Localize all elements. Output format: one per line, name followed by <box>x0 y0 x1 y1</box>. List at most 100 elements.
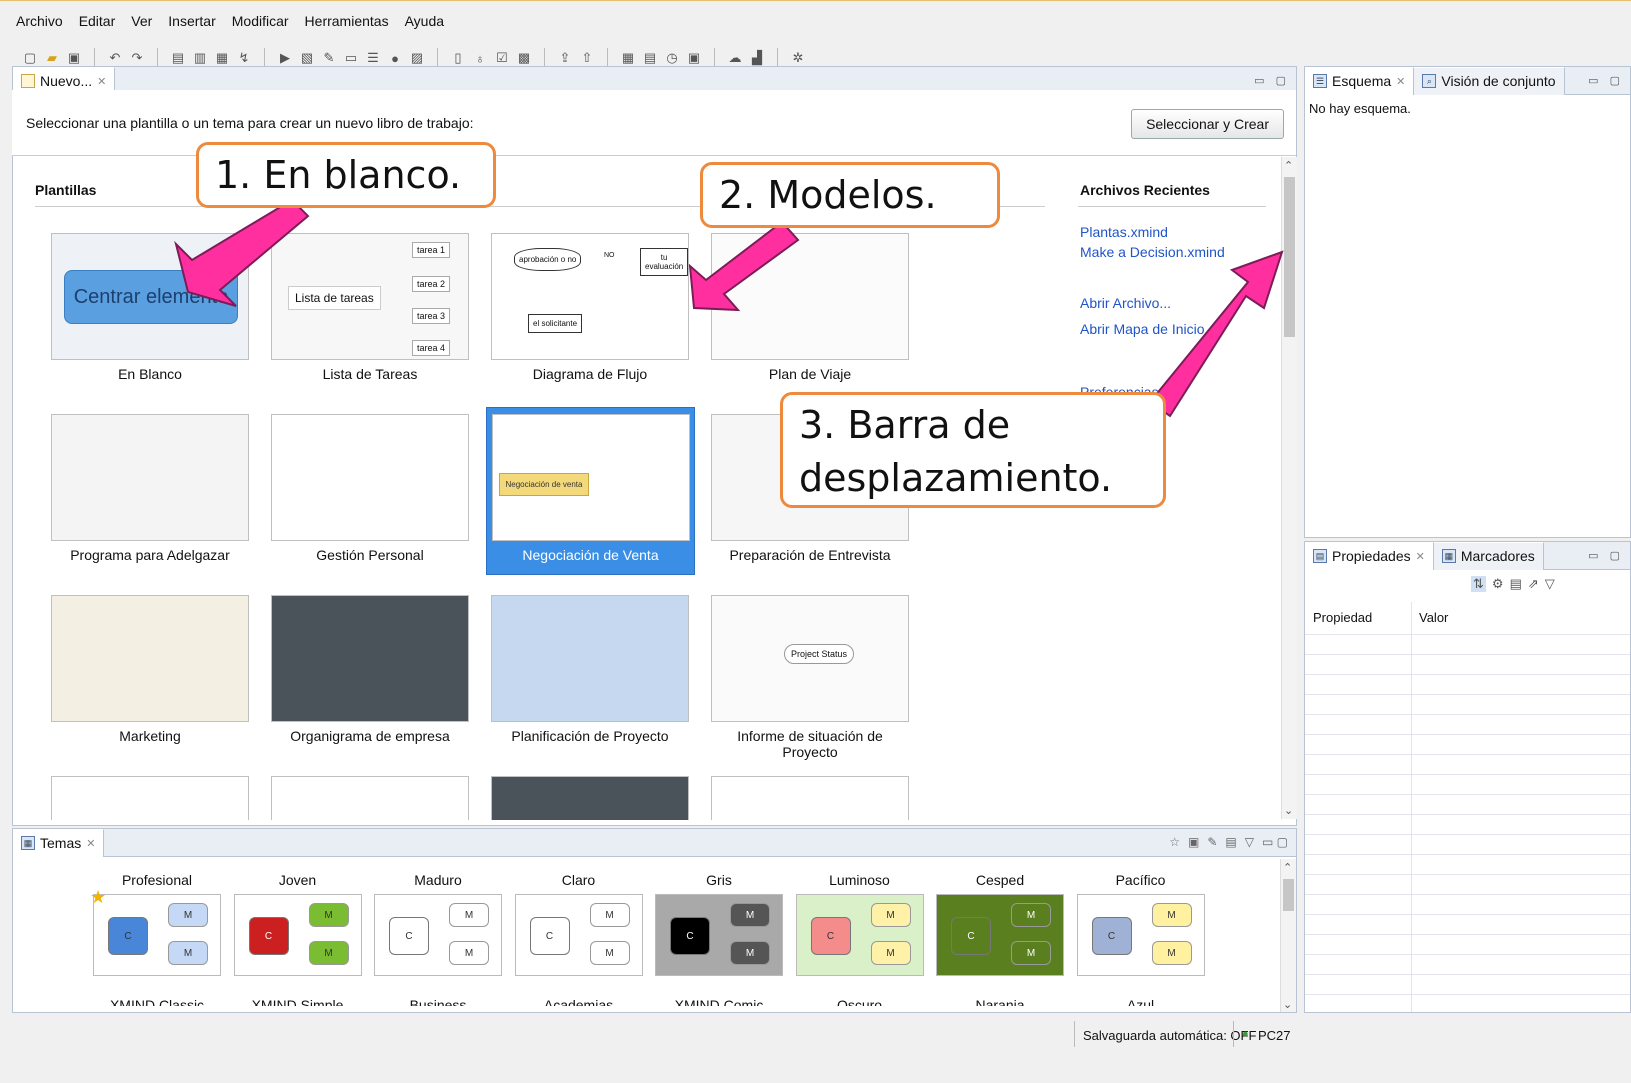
share-icon[interactable]: ⇪ <box>557 50 573 66</box>
calendar-icon[interactable]: ▤ <box>642 50 658 66</box>
template-partial[interactable] <box>270 776 470 820</box>
scroll-down-icon[interactable]: ⌄ <box>1284 804 1293 817</box>
brush-icon[interactable]: ✎ <box>321 50 337 66</box>
view-icon[interactable]: ▣ <box>686 50 702 66</box>
template-partial[interactable] <box>490 776 690 820</box>
template-marketing[interactable]: Marketing <box>50 595 250 744</box>
bulb-icon[interactable]: ♁ <box>472 50 488 66</box>
scrollbar-thumb[interactable] <box>1283 879 1294 911</box>
theme-item[interactable]: Cesped C M M Naranja <box>935 872 1065 1006</box>
theme-item[interactable]: Profesional C M M ★ XMIND Classic <box>90 872 222 1006</box>
note-icon[interactable]: ▯ <box>450 50 466 66</box>
redo-icon[interactable]: ↷ <box>129 50 145 66</box>
minimize-maximize-icon[interactable]: ▭ ▢ <box>1588 74 1624 87</box>
collapse-icon[interactable]: ▤ <box>1510 576 1522 592</box>
cloud-icon[interactable]: ☁ <box>727 50 743 66</box>
summary-icon[interactable]: ☰ <box>365 50 381 66</box>
open-start-map-link[interactable]: Abrir Mapa de Inicio <box>1080 316 1205 342</box>
select-create-button[interactable]: Seleccionar y Crear <box>1131 109 1284 139</box>
view-menu-icon[interactable]: ▽ <box>1245 835 1254 849</box>
template-gestion-personal[interactable]: Gestión Personal <box>270 414 470 563</box>
template-negociacion-venta[interactable]: Negociación de venta Negociación de Vent… <box>486 407 695 575</box>
save-icon[interactable]: ▣ <box>66 50 82 66</box>
clock-icon[interactable]: ◷ <box>664 50 680 66</box>
star-icon[interactable]: ☆ <box>1169 835 1180 849</box>
close-icon[interactable]: ✕ <box>86 837 95 850</box>
template-planificacion-proyecto[interactable]: Planificación de Proyecto <box>490 595 690 744</box>
categories-icon[interactable]: ⇅ <box>1471 576 1486 592</box>
minimize-maximize-icon[interactable]: ▭ ▢ <box>1254 74 1290 87</box>
open-file-link[interactable]: Abrir Archivo... <box>1080 290 1205 316</box>
close-icon[interactable]: ✕ <box>1416 550 1425 563</box>
new-icon[interactable]: ▢ <box>22 50 38 66</box>
tab-propiedades[interactable]: ▤ Propiedades ✕ <box>1305 541 1434 570</box>
subtopic-icon[interactable]: ▥ <box>192 50 208 66</box>
open-icon[interactable]: ▰ <box>44 50 60 66</box>
table-row <box>1305 974 1630 975</box>
add-theme-icon[interactable]: ▣ <box>1188 835 1199 849</box>
presentation-icon[interactable]: ▶ <box>277 50 293 66</box>
tab-esquema[interactable]: ☰ Esquema ✕ <box>1305 66 1415 95</box>
close-icon[interactable]: ✕ <box>97 75 106 88</box>
template-diagrama-flujo[interactable]: aprobación o no NO tu evaluación el soli… <box>490 233 690 382</box>
task-icon[interactable]: ☑ <box>494 50 510 66</box>
menu-insertar[interactable]: Insertar <box>168 13 215 29</box>
view-menu-icon[interactable]: ▽ <box>1545 576 1555 592</box>
template-thumbnail: Project Status <box>711 595 909 722</box>
menu-modificar[interactable]: Modificar <box>232 13 289 29</box>
menu-editar[interactable]: Editar <box>79 13 116 29</box>
edit-theme-icon[interactable]: ✎ <box>1207 835 1217 849</box>
theme-item[interactable]: Claro C M M Academias <box>514 872 644 1006</box>
theme-item[interactable]: Maduro C M M Business <box>373 872 503 1006</box>
template-partial[interactable] <box>710 776 910 820</box>
tab-temas[interactable]: ▦ Temas ✕ <box>13 829 105 857</box>
theme-item[interactable]: Gris C M M XMIND Comic <box>654 872 784 1006</box>
theme-thumbnail: CMM <box>1076 894 1205 976</box>
tab-vision-conjunto[interactable]: ⌕ Visión de conjunto <box>1414 66 1565 95</box>
themes-scrollbar[interactable]: ⌃ ⌄ <box>1280 859 1296 1012</box>
template-organigrama[interactable]: Organigrama de empresa <box>270 595 470 744</box>
theme-item[interactable]: Pacífico C M M Azul <box>1076 872 1206 1006</box>
export-icon[interactable]: ▧ <box>299 50 315 66</box>
settings-icon[interactable]: ✲ <box>790 50 806 66</box>
template-lista-tareas[interactable]: Lista de tareas tarea 1 tarea 2 tarea 3 … <box>270 233 470 382</box>
image-icon[interactable]: ▨ <box>409 50 425 66</box>
menu-ver[interactable]: Ver <box>131 13 152 29</box>
theme-item[interactable]: Joven C M M XMIND Simple <box>233 872 363 1006</box>
float-icon[interactable]: ▦ <box>214 50 230 66</box>
scroll-up-icon[interactable]: ⌃ <box>1283 861 1292 874</box>
undo-icon[interactable]: ↶ <box>107 50 123 66</box>
minimize-maximize-icon[interactable]: ▭ ▢ <box>1262 835 1288 849</box>
minimize-maximize-icon[interactable]: ▭ ▢ <box>1588 549 1624 562</box>
template-informe-proyecto[interactable]: Project Status Informe de situación de P… <box>710 595 910 760</box>
scroll-up-icon[interactable]: ⌃ <box>1284 159 1293 172</box>
import-theme-icon[interactable]: ▤ <box>1225 835 1236 849</box>
topic-icon[interactable]: ▤ <box>170 50 186 66</box>
theme-item[interactable]: Luminoso C M M Oscuro <box>795 872 925 1006</box>
scroll-down-icon[interactable]: ⌄ <box>1283 998 1292 1011</box>
grid-icon[interactable]: ▦ <box>620 50 636 66</box>
menu-archivo[interactable]: Archivo <box>16 13 63 29</box>
recent-file-link[interactable]: Make a Decision.xmind <box>1080 242 1225 262</box>
template-adelgazar[interactable]: Programa para Adelgazar <box>50 414 250 563</box>
tab-marcadores[interactable]: ▦ Marcadores <box>1433 541 1544 570</box>
filter-icon[interactable]: ⚙ <box>1492 576 1504 592</box>
toolbar-separator <box>607 48 608 68</box>
pin-icon[interactable]: ⇗ <box>1528 576 1539 592</box>
scrollbar-thumb[interactable] <box>1284 177 1295 337</box>
recent-file-link[interactable]: Plantas.xmind <box>1080 222 1225 242</box>
template-en-blanco[interactable]: Centrar elemento En Blanco <box>50 233 250 382</box>
chart-icon[interactable]: ▟ <box>749 50 765 66</box>
template-partial[interactable] <box>50 776 250 820</box>
marker-icon[interactable]: ● <box>387 50 403 66</box>
boundary-icon[interactable]: ▭ <box>343 50 359 66</box>
relationship-icon[interactable]: ↯ <box>236 50 252 66</box>
menu-ayuda[interactable]: Ayuda <box>405 13 444 29</box>
upload-icon[interactable]: ⇧ <box>579 50 595 66</box>
menu-herramientas[interactable]: Herramientas <box>305 13 389 29</box>
autosave-status[interactable]: Salvaguarda automática: OFF <box>1083 1028 1256 1043</box>
template-plan-viaje[interactable]: Plan de Viaje <box>710 233 910 382</box>
close-icon[interactable]: ✕ <box>1396 75 1405 88</box>
gantt-icon[interactable]: ▩ <box>516 50 532 66</box>
editor-scrollbar[interactable]: ⌃ ⌄ <box>1281 157 1297 819</box>
